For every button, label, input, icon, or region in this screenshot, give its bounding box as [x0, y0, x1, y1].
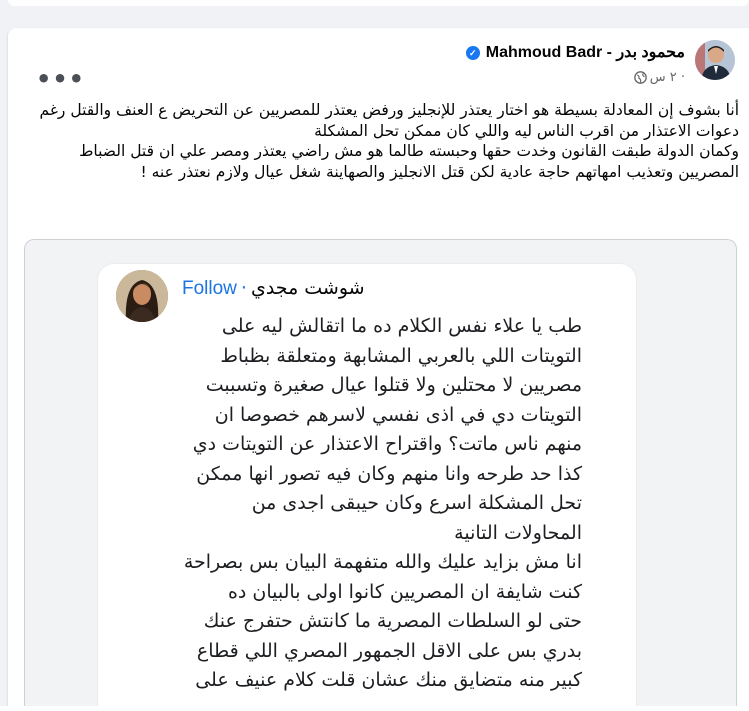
post-paragraph: وكمان الدولة طبقت القانون وخدت حقها وحبس… — [79, 142, 739, 181]
post-meta: ٢ س · — [633, 70, 685, 88]
globe-icon[interactable] — [633, 71, 647, 88]
post-card: ✓ Mahmoud Badr - محمود بدر ٢ س · ••• أنا … — [8, 28, 749, 711]
author-photo-icon — [695, 40, 735, 80]
post-body: أنا بشوف إن المعادلة بسيطة هو اختار يعتذ… — [22, 100, 740, 182]
commenter-name: شوشت مجدي — [250, 277, 365, 299]
separator-dot: · — [240, 277, 247, 299]
bottom-edge — [0, 706, 749, 711]
more-options-icon[interactable]: ••• — [36, 67, 85, 91]
comment-paragraph: حتى لو السلطات المصرية ما كانتش حتفرج عن… — [195, 610, 582, 691]
comment-paragraph: طب يا علاء نفس الكلام ده ما اتقالش ليه ع… — [192, 315, 582, 544]
commenter-photo-icon — [116, 270, 168, 322]
post-paragraph: أنا بشوف إن المعادلة بسيطة هو اختار يعتذ… — [39, 101, 740, 140]
comment-paragraph: انا مش بزايد عليك والله متفهمة البيان بس… — [183, 551, 582, 603]
author-name[interactable]: Mahmoud Badr - محمود بدر — [486, 44, 685, 61]
comment-body: طب يا علاء نفس الكلام ده ما اتقالش ليه ع… — [182, 312, 582, 696]
author-name-row: ✓ Mahmoud Badr - محمود بدر — [465, 42, 685, 62]
post-timestamp[interactable]: ٢ س · — [650, 70, 685, 85]
commenter-header: Follow · شوشت مجدي — [182, 277, 365, 300]
shared-image-attachment[interactable]: Follow · شوشت مجدي طب يا علاء نفس الكلام د… — [24, 239, 737, 711]
previous-post-edge — [8, 0, 749, 6]
follow-link: Follow — [182, 278, 237, 299]
author-avatar[interactable] — [695, 40, 735, 80]
verified-badge-icon: ✓ — [465, 46, 480, 60]
commenter-avatar — [116, 270, 168, 322]
screenshot-comment-card: Follow · شوشت مجدي طب يا علاء نفس الكلام د… — [98, 264, 636, 711]
